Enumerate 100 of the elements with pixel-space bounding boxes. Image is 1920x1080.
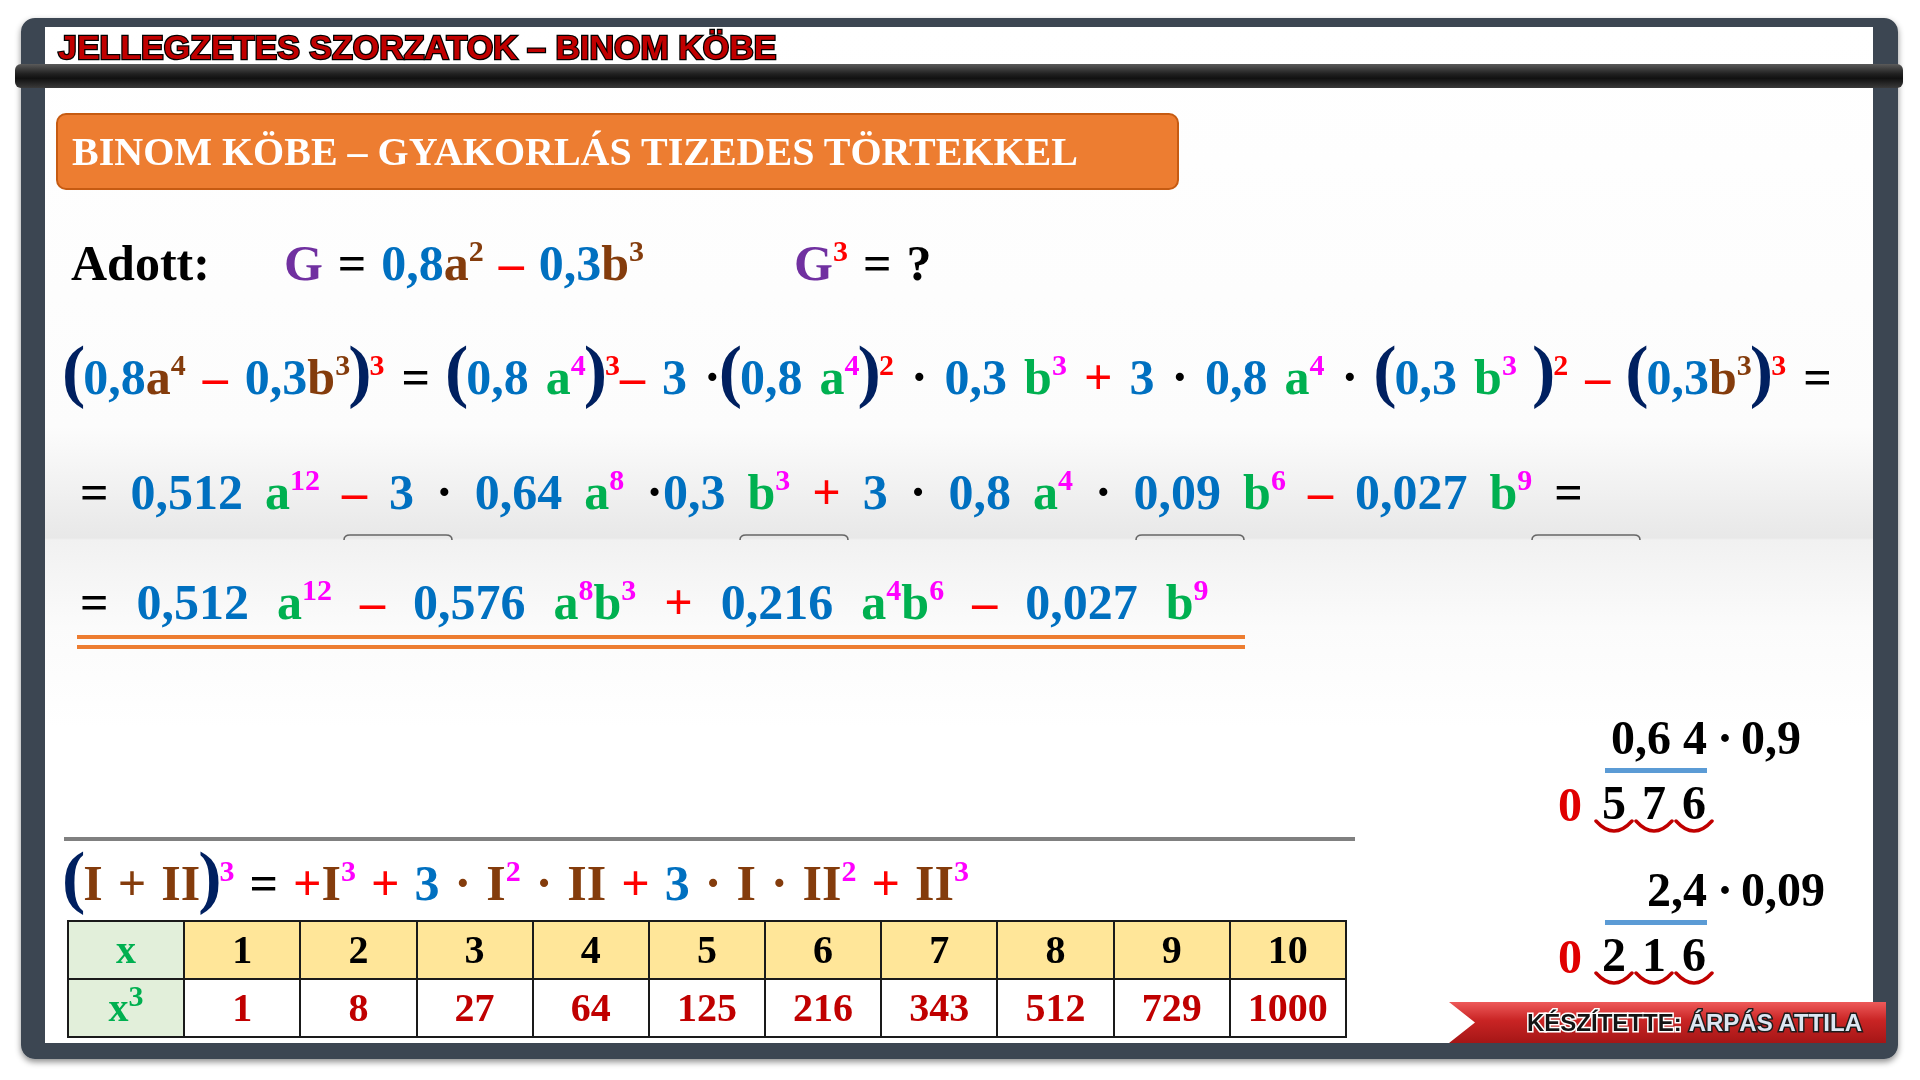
table-cell: 27 bbox=[416, 979, 533, 1037]
exponent: 3 bbox=[335, 348, 351, 382]
multiplication-dot: · bbox=[1341, 349, 1359, 405]
opening-bracket: ( bbox=[444, 332, 469, 409]
coefficient: 0,8 bbox=[1205, 349, 1268, 405]
variable: II bbox=[161, 855, 201, 911]
table-cell: 10 bbox=[1229, 921, 1346, 979]
factor: 0,09 bbox=[1741, 866, 1825, 914]
exponent: 4 bbox=[1057, 463, 1073, 497]
brace-icon bbox=[343, 533, 453, 540]
table-cell: 4 bbox=[532, 921, 649, 979]
table-cell: 8 bbox=[300, 979, 417, 1037]
table-cell: 6 bbox=[765, 921, 882, 979]
coefficient: 0,3 bbox=[1394, 349, 1458, 405]
brace-icon bbox=[739, 533, 849, 540]
digit: 2 bbox=[1602, 933, 1626, 977]
table-cell: 8 bbox=[997, 921, 1114, 979]
table-cell: 3 bbox=[416, 921, 533, 979]
operator: – bbox=[360, 574, 385, 630]
variable: b bbox=[1709, 349, 1737, 405]
coefficient: 3 bbox=[389, 464, 414, 520]
variable: a bbox=[545, 349, 571, 405]
variable: b bbox=[901, 574, 930, 630]
exponent: 3 bbox=[833, 234, 848, 268]
variable: II bbox=[802, 855, 842, 911]
exponent: 3 bbox=[1501, 348, 1517, 382]
variable: I bbox=[736, 855, 756, 911]
equals-sign: = bbox=[1554, 464, 1583, 520]
arc-icon bbox=[1674, 971, 1714, 985]
exponent: 6 bbox=[1270, 463, 1286, 497]
operator: + bbox=[812, 464, 841, 520]
coefficient: 0,027 bbox=[1025, 574, 1138, 630]
coefficient: 3 bbox=[862, 464, 888, 520]
variable: b bbox=[1165, 574, 1194, 630]
operator: + bbox=[293, 855, 322, 911]
exponent: 3 bbox=[219, 854, 235, 888]
multiplication-dot: · bbox=[535, 855, 553, 911]
table-cell: 216 bbox=[765, 979, 882, 1037]
table-cell: 5 bbox=[648, 921, 766, 979]
operator: – bbox=[1307, 464, 1333, 520]
operator: + bbox=[871, 855, 900, 911]
factor: 0,6 4 bbox=[1611, 714, 1707, 762]
operator: – bbox=[972, 574, 998, 630]
exponent: 12 bbox=[302, 573, 332, 607]
variable: b bbox=[1243, 464, 1271, 520]
multiplication-dot: · bbox=[454, 855, 472, 911]
exponent: 9 bbox=[1517, 463, 1533, 497]
operator: + bbox=[371, 855, 400, 911]
table-cell: 125 bbox=[648, 979, 766, 1037]
equals-sign: = bbox=[249, 855, 278, 911]
arc-icon bbox=[1594, 971, 1634, 985]
coefficient: 0,64 bbox=[474, 464, 563, 520]
exponent: 4 bbox=[844, 348, 860, 382]
coefficient: 3 bbox=[662, 349, 688, 405]
row-header: x$^{3}$ bbox=[68, 979, 185, 1037]
coefficient: 0,3 bbox=[538, 235, 602, 291]
coefficient: 0,512 bbox=[130, 464, 243, 520]
question-mark: ? bbox=[906, 235, 932, 291]
coefficient: 0,09 bbox=[1133, 464, 1222, 520]
arc-icon bbox=[1634, 971, 1674, 985]
arc-icon bbox=[1674, 819, 1714, 833]
operator: + bbox=[664, 574, 693, 630]
digit: 5 bbox=[1602, 781, 1626, 825]
exponent: 8 bbox=[609, 463, 625, 497]
variable: b bbox=[1024, 349, 1052, 405]
exponent: 9 bbox=[1193, 573, 1209, 607]
variable: a bbox=[277, 574, 302, 630]
coefficient: 0,3 bbox=[244, 349, 308, 405]
table-cell: 1 bbox=[184, 979, 301, 1037]
factor: 0,9 bbox=[1741, 714, 1801, 762]
coefficient: 0,8 bbox=[83, 349, 146, 405]
opening-bracket: ( bbox=[62, 332, 86, 409]
table-cell: 1000 bbox=[1229, 979, 1346, 1037]
operator: – bbox=[342, 464, 367, 520]
operator: – bbox=[498, 235, 524, 291]
operator: – bbox=[1585, 349, 1611, 405]
arc-icon bbox=[1594, 819, 1634, 833]
operator: – bbox=[620, 349, 646, 405]
author-name: ÁRPÁS ATTILA bbox=[1688, 1008, 1862, 1037]
variable: I bbox=[321, 855, 341, 911]
exponent: 4 bbox=[886, 573, 902, 607]
operator: – bbox=[202, 349, 228, 405]
multiplication-dot: · bbox=[1171, 349, 1189, 405]
digit: 7 bbox=[1642, 781, 1666, 825]
operator: + bbox=[117, 855, 147, 911]
row-header: x bbox=[68, 921, 185, 979]
variable: b bbox=[601, 235, 630, 291]
coefficient: 0,027 bbox=[1354, 464, 1468, 520]
variable: b bbox=[747, 464, 776, 520]
variable: a bbox=[1032, 464, 1058, 520]
table-cell: 9 bbox=[1113, 921, 1230, 979]
exponent: 3 bbox=[1051, 348, 1067, 382]
operator: + bbox=[621, 855, 650, 911]
exponent: 3 bbox=[953, 854, 969, 888]
coefficient: 0,8 bbox=[740, 349, 803, 405]
given-label: Adott: bbox=[71, 234, 210, 293]
multiplication-dot: · bbox=[704, 349, 721, 405]
variable: b bbox=[593, 574, 622, 630]
variable: a bbox=[553, 574, 579, 630]
variable: b bbox=[1489, 464, 1518, 520]
